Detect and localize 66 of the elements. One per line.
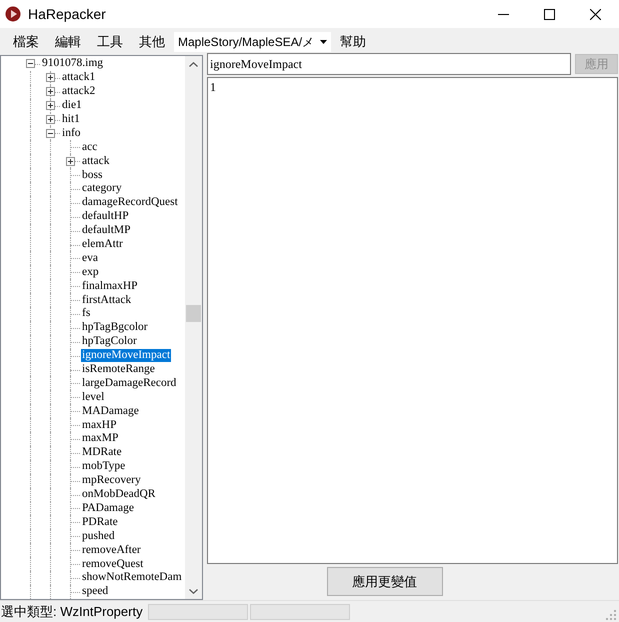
tree-item[interactable]: fs <box>81 307 92 320</box>
tree-item[interactable]: PADamage <box>81 502 135 515</box>
tree-item[interactable]: attack1 <box>61 71 96 84</box>
tree-item[interactable]: damageRecordQuest <box>81 196 179 210</box>
menu-item[interactable]: 工具 <box>90 32 130 52</box>
tree-item[interactable]: showNotRemoteDam <box>81 571 183 584</box>
tree-item[interactable]: attack2 <box>61 85 96 98</box>
tree-item[interactable]: hpTagBgcolor <box>81 321 149 334</box>
tree-item[interactable]: PDRate <box>81 516 119 529</box>
tree-item[interactable]: 9101078.img <box>41 57 104 70</box>
scrollbar[interactable] <box>185 56 202 599</box>
expand-icon[interactable] <box>66 156 75 166</box>
tree-item[interactable]: hpTagColor <box>81 335 138 348</box>
menu-item[interactable]: 其他 <box>132 32 172 52</box>
tree-item[interactable]: attack <box>81 154 110 168</box>
resize-grip-icon[interactable] <box>606 610 616 620</box>
tree-item[interactable]: level <box>81 390 106 404</box>
tree-item[interactable]: finalmaxHP <box>81 280 139 293</box>
collapse-icon[interactable] <box>46 128 55 138</box>
dropdown-caret-icon <box>320 40 328 44</box>
tree-item[interactable]: acc <box>81 140 98 154</box>
tree-item[interactable]: maxMP <box>81 432 120 446</box>
expand-icon[interactable] <box>46 73 55 82</box>
tree-item[interactable]: ignoreMoveImpact <box>81 349 172 362</box>
expand-icon[interactable] <box>46 115 55 124</box>
apply-changes-button[interactable]: 應用更變值 <box>326 567 442 596</box>
tree-item[interactable]: hit1 <box>61 113 81 126</box>
scroll-down-icon[interactable] <box>189 589 198 594</box>
tree-item[interactable]: MADamage <box>81 404 140 418</box>
tree-item[interactable]: removeAfter <box>81 544 142 557</box>
tree-item[interactable]: info <box>61 126 82 140</box>
tree-item[interactable]: category <box>81 182 123 196</box>
menu-item[interactable]: 檔案 <box>6 32 46 52</box>
tree-item[interactable]: pushed <box>81 530 116 543</box>
scroll-up-icon[interactable] <box>189 62 198 67</box>
tree-item[interactable]: isRemoteRange <box>81 363 156 376</box>
scroll-thumb[interactable] <box>186 305 201 322</box>
menu-item[interactable]: 幫助 <box>333 32 374 52</box>
maximize-icon[interactable] <box>544 8 555 20</box>
tree-item[interactable]: speed <box>81 585 110 598</box>
tree-item[interactable]: eva <box>81 252 99 265</box>
expand-icon[interactable] <box>46 87 55 96</box>
tree-item[interactable]: defaultHP <box>81 210 130 224</box>
collapse-icon[interactable] <box>26 59 35 68</box>
tree-item[interactable]: maxHP <box>81 418 118 432</box>
tree-item[interactable]: removeQuest <box>81 558 144 570</box>
tree-item[interactable]: MDRate <box>81 446 123 460</box>
tree-item[interactable]: exp <box>81 266 100 279</box>
tree-item[interactable]: mpRecovery <box>81 474 142 488</box>
name-field[interactable]: ignoreMoveImpact <box>207 53 571 75</box>
tree-item[interactable]: mobType <box>81 460 126 474</box>
tree-item[interactable]: boss <box>81 168 104 182</box>
tree-item[interactable]: firstAttack <box>81 294 132 307</box>
tree-item[interactable]: onMobDeadQR <box>81 488 156 502</box>
status-text: 選中類型: WzIntProperty <box>0 602 143 621</box>
profile-dropdown[interactable]: MapleStory/MapleSEA/メ <box>174 32 332 52</box>
value-field[interactable]: 1 <box>207 77 618 564</box>
tree-item[interactable]: defaultMP <box>81 224 132 238</box>
tree-item[interactable]: die1 <box>61 99 83 112</box>
close-icon[interactable] <box>590 8 601 20</box>
tree-item[interactable]: elemAttr <box>81 238 124 252</box>
menu-item[interactable]: 編輯 <box>48 32 88 52</box>
app-logo-icon <box>5 6 21 22</box>
window-title: HaRepacker <box>28 4 106 24</box>
tree-item[interactable]: largeDamageRecord <box>81 376 178 390</box>
expand-icon[interactable] <box>46 101 55 110</box>
